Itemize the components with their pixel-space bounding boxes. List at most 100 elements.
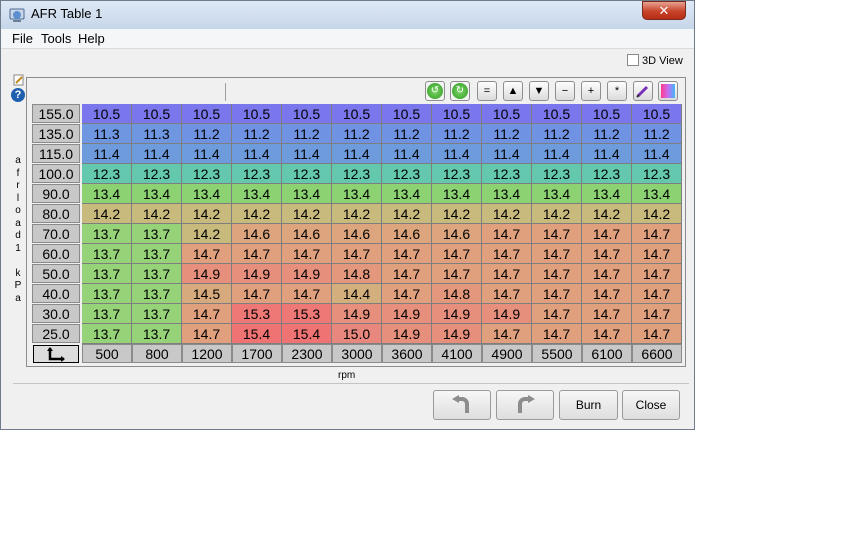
- afr-cell[interactable]: 11.2: [182, 124, 232, 144]
- afr-cell[interactable]: 13.7: [82, 264, 132, 284]
- rotate-right-button[interactable]: ↻: [450, 81, 470, 101]
- afr-cell[interactable]: 14.7: [582, 324, 632, 344]
- afr-cell[interactable]: 11.4: [432, 144, 482, 164]
- afr-cell[interactable]: 14.2: [632, 204, 682, 224]
- afr-cell[interactable]: 14.7: [632, 324, 682, 344]
- afr-cell[interactable]: 13.4: [232, 184, 282, 204]
- afr-cell[interactable]: 14.7: [282, 284, 332, 304]
- afr-cell[interactable]: 11.2: [582, 124, 632, 144]
- color-map-button[interactable]: [658, 81, 678, 101]
- afr-cell[interactable]: 11.2: [232, 124, 282, 144]
- afr-cell[interactable]: 10.5: [332, 104, 382, 124]
- afr-cell[interactable]: 14.9: [332, 304, 382, 324]
- afr-cell[interactable]: 14.2: [82, 204, 132, 224]
- view-3d-checkbox[interactable]: [627, 54, 639, 66]
- afr-cell[interactable]: 10.5: [382, 104, 432, 124]
- afr-cell[interactable]: 14.2: [182, 204, 232, 224]
- afr-cell[interactable]: 13.4: [632, 184, 682, 204]
- afr-cell[interactable]: 13.4: [132, 184, 182, 204]
- afr-cell[interactable]: 11.4: [332, 144, 382, 164]
- close-button[interactable]: Close: [622, 390, 680, 420]
- afr-cell[interactable]: 14.7: [532, 244, 582, 264]
- afr-cell[interactable]: 14.7: [632, 304, 682, 324]
- afr-cell[interactable]: 12.3: [82, 164, 132, 184]
- afr-cell[interactable]: 14.9: [182, 264, 232, 284]
- afr-cell[interactable]: 11.2: [532, 124, 582, 144]
- axis-swap-corner[interactable]: [33, 345, 79, 363]
- afr-cell[interactable]: 14.7: [282, 244, 332, 264]
- afr-cell[interactable]: 14.7: [532, 324, 582, 344]
- afr-cell[interactable]: 14.7: [632, 264, 682, 284]
- afr-cell[interactable]: 13.7: [132, 264, 182, 284]
- afr-cell[interactable]: 10.5: [482, 104, 532, 124]
- afr-cell[interactable]: 13.4: [482, 184, 532, 204]
- afr-cell[interactable]: 13.7: [132, 304, 182, 324]
- afr-cell[interactable]: 10.5: [132, 104, 182, 124]
- afr-cell[interactable]: 11.2: [332, 124, 382, 144]
- afr-cell[interactable]: 14.9: [282, 264, 332, 284]
- afr-cell[interactable]: 14.7: [582, 244, 632, 264]
- afr-cell[interactable]: 14.6: [232, 224, 282, 244]
- afr-cell[interactable]: 14.7: [582, 284, 632, 304]
- afr-cell[interactable]: 14.8: [432, 284, 482, 304]
- afr-cell[interactable]: 14.7: [582, 304, 632, 324]
- afr-cell[interactable]: 13.7: [82, 324, 132, 344]
- afr-cell[interactable]: 12.3: [482, 164, 532, 184]
- afr-cell[interactable]: 13.7: [82, 304, 132, 324]
- afr-cell[interactable]: 15.3: [232, 304, 282, 324]
- afr-cell[interactable]: 11.2: [382, 124, 432, 144]
- afr-cell[interactable]: 13.4: [332, 184, 382, 204]
- afr-cell[interactable]: 11.4: [282, 144, 332, 164]
- minus-button[interactable]: −: [555, 81, 575, 101]
- afr-cell[interactable]: 12.3: [182, 164, 232, 184]
- afr-cell[interactable]: 14.7: [632, 244, 682, 264]
- afr-cell[interactable]: 11.4: [182, 144, 232, 164]
- afr-cell[interactable]: 14.2: [582, 204, 632, 224]
- afr-cell[interactable]: 14.7: [232, 244, 282, 264]
- afr-cell[interactable]: 14.9: [382, 324, 432, 344]
- afr-cell[interactable]: 15.4: [282, 324, 332, 344]
- afr-cell[interactable]: 14.2: [282, 204, 332, 224]
- afr-cell[interactable]: 13.4: [532, 184, 582, 204]
- afr-cell[interactable]: 14.2: [232, 204, 282, 224]
- afr-cell[interactable]: 11.4: [382, 144, 432, 164]
- afr-cell[interactable]: 14.2: [182, 224, 232, 244]
- afr-cell[interactable]: 12.3: [532, 164, 582, 184]
- redo-button[interactable]: [496, 390, 554, 420]
- afr-cell[interactable]: 10.5: [432, 104, 482, 124]
- afr-cell[interactable]: 14.7: [182, 244, 232, 264]
- help-icon[interactable]: ?: [11, 88, 25, 102]
- pencil-button[interactable]: [633, 81, 653, 101]
- afr-cell[interactable]: 14.6: [432, 224, 482, 244]
- afr-cell[interactable]: 12.3: [382, 164, 432, 184]
- afr-cell[interactable]: 13.4: [382, 184, 432, 204]
- afr-cell[interactable]: 13.4: [432, 184, 482, 204]
- afr-cell[interactable]: 11.4: [82, 144, 132, 164]
- afr-cell[interactable]: 14.7: [332, 244, 382, 264]
- afr-cell[interactable]: 14.2: [432, 204, 482, 224]
- afr-cell[interactable]: 10.5: [232, 104, 282, 124]
- afr-cell[interactable]: 10.5: [182, 104, 232, 124]
- afr-cell[interactable]: 14.8: [332, 264, 382, 284]
- afr-cell[interactable]: 11.4: [132, 144, 182, 164]
- afr-cell[interactable]: 12.3: [632, 164, 682, 184]
- afr-cell[interactable]: 14.9: [482, 304, 532, 324]
- afr-cell[interactable]: 14.7: [432, 244, 482, 264]
- afr-cell[interactable]: 12.3: [132, 164, 182, 184]
- afr-cell[interactable]: 14.7: [632, 224, 682, 244]
- afr-cell[interactable]: 14.7: [482, 284, 532, 304]
- afr-cell[interactable]: 14.2: [132, 204, 182, 224]
- afr-cell[interactable]: 11.2: [432, 124, 482, 144]
- afr-cell[interactable]: 13.7: [82, 244, 132, 264]
- afr-cell[interactable]: 14.4: [332, 284, 382, 304]
- plus-button[interactable]: +: [581, 81, 601, 101]
- afr-cell[interactable]: 14.6: [282, 224, 332, 244]
- afr-cell[interactable]: 14.7: [532, 264, 582, 284]
- afr-cell[interactable]: 13.4: [282, 184, 332, 204]
- afr-cell[interactable]: 11.2: [632, 124, 682, 144]
- afr-cell[interactable]: 14.2: [532, 204, 582, 224]
- burn-button[interactable]: Burn: [559, 390, 618, 420]
- afr-cell[interactable]: 14.5: [182, 284, 232, 304]
- afr-cell[interactable]: 12.3: [282, 164, 332, 184]
- afr-cell[interactable]: 13.7: [82, 284, 132, 304]
